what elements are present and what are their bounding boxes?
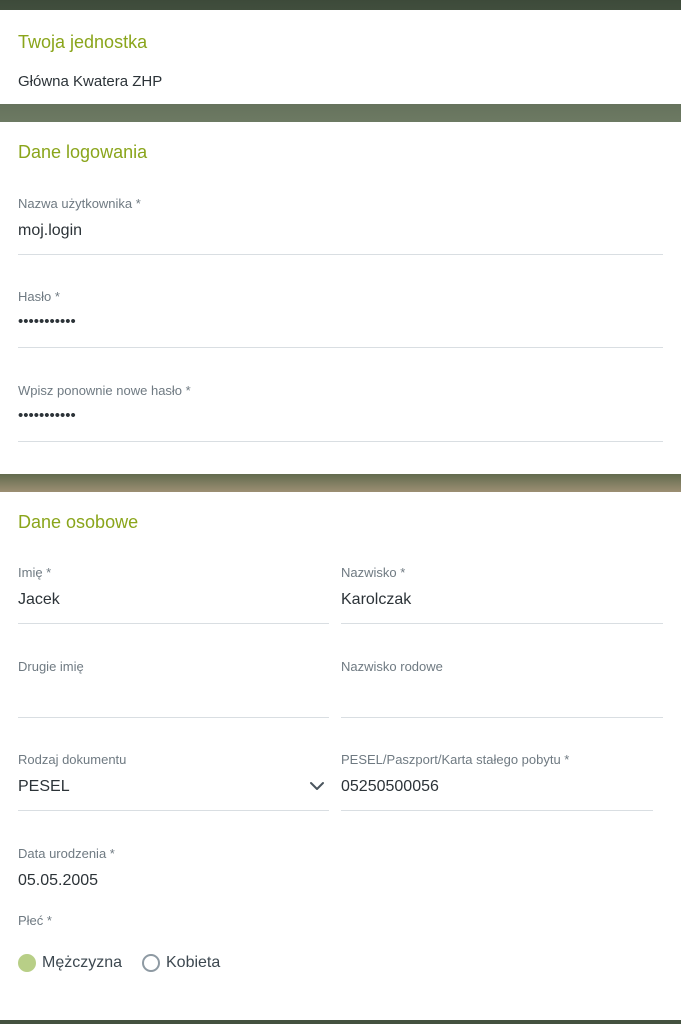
login-section-title: Dane logowania xyxy=(18,142,148,162)
maiden-name-label: Nazwisko rodowe xyxy=(341,659,443,674)
maiden-name-underline xyxy=(341,717,663,718)
last-name-underline xyxy=(341,623,663,624)
second-name-label: Drugie imię xyxy=(18,659,84,674)
gender-option-male[interactable]: Mężczyzna xyxy=(18,951,122,975)
password-input[interactable]: ••••••••••• xyxy=(18,313,76,330)
username-underline xyxy=(18,254,663,255)
gender-option-female[interactable]: Kobieta xyxy=(142,951,220,975)
document-type-select[interactable]: Rodzaj dokumentu PESEL xyxy=(18,752,329,824)
document-type-underline xyxy=(18,810,329,811)
birth-date-input[interactable]: 05.05.2005 xyxy=(18,872,98,890)
radio-checked-icon[interactable] xyxy=(18,954,36,972)
gender-label: Płeć * xyxy=(18,913,52,928)
gender-field-label-wrap: Płeć * xyxy=(18,913,329,933)
username-input[interactable]: moj.login xyxy=(18,222,82,240)
login-card: Dane logowania Nazwa użytkownika * moj.l… xyxy=(0,122,681,474)
username-label: Nazwa użytkownika * xyxy=(18,196,141,211)
first-name-field[interactable]: Imię * Jacek xyxy=(18,565,329,637)
unit-card: Twoja jednostka Główna Kwatera ZHP xyxy=(0,10,681,104)
personal-card: Dane osobowe Imię * Jacek Nazwisko * Kar… xyxy=(0,492,681,1020)
document-type-label: Rodzaj dokumentu xyxy=(18,752,127,767)
last-name-label: Nazwisko * xyxy=(341,565,406,580)
maiden-name-field[interactable]: Nazwisko rodowe xyxy=(341,659,663,731)
first-name-underline xyxy=(18,623,329,624)
username-field[interactable]: Nazwa użytkownika * moj.login xyxy=(18,196,663,268)
password-repeat-field[interactable]: Wpisz ponownie nowe hasło * ••••••••••• xyxy=(18,383,663,455)
password-repeat-underline xyxy=(18,441,663,442)
document-number-underline xyxy=(341,810,653,811)
password-repeat-input[interactable]: ••••••••••• xyxy=(18,407,76,424)
password-field[interactable]: Hasło * ••••••••••• xyxy=(18,289,663,361)
document-number-input[interactable]: 05250500056 xyxy=(341,778,439,796)
first-name-label: Imię * xyxy=(18,565,52,580)
radio-unchecked-icon[interactable] xyxy=(142,954,160,972)
personal-section-title: Dane osobowe xyxy=(18,512,139,532)
last-name-field[interactable]: Nazwisko * Karolczak xyxy=(341,565,663,637)
first-name-input[interactable]: Jacek xyxy=(18,591,60,609)
second-name-underline xyxy=(18,717,329,718)
document-number-field[interactable]: PESEL/Paszport/Karta stałego pobytu * 05… xyxy=(341,752,653,824)
second-name-field[interactable]: Drugie imię xyxy=(18,659,329,731)
last-name-input[interactable]: Karolczak xyxy=(341,591,411,609)
birth-date-label: Data urodzenia * xyxy=(18,846,115,861)
unit-section-title: Twoja jednostka xyxy=(18,32,148,52)
gender-option-male-label: Mężczyzna xyxy=(42,954,123,971)
unit-name: Główna Kwatera ZHP xyxy=(18,73,163,90)
password-label: Hasło * xyxy=(18,289,60,304)
document-type-value[interactable]: PESEL xyxy=(18,778,70,796)
password-underline xyxy=(18,347,663,348)
password-repeat-label: Wpisz ponownie nowe hasło * xyxy=(18,383,191,398)
document-number-label: PESEL/Paszport/Karta stałego pobytu * xyxy=(341,752,570,767)
chevron-down-icon[interactable] xyxy=(309,778,325,794)
gender-option-female-label: Kobieta xyxy=(166,954,221,971)
birth-date-field[interactable]: Data urodzenia * 05.05.2005 xyxy=(18,846,329,918)
